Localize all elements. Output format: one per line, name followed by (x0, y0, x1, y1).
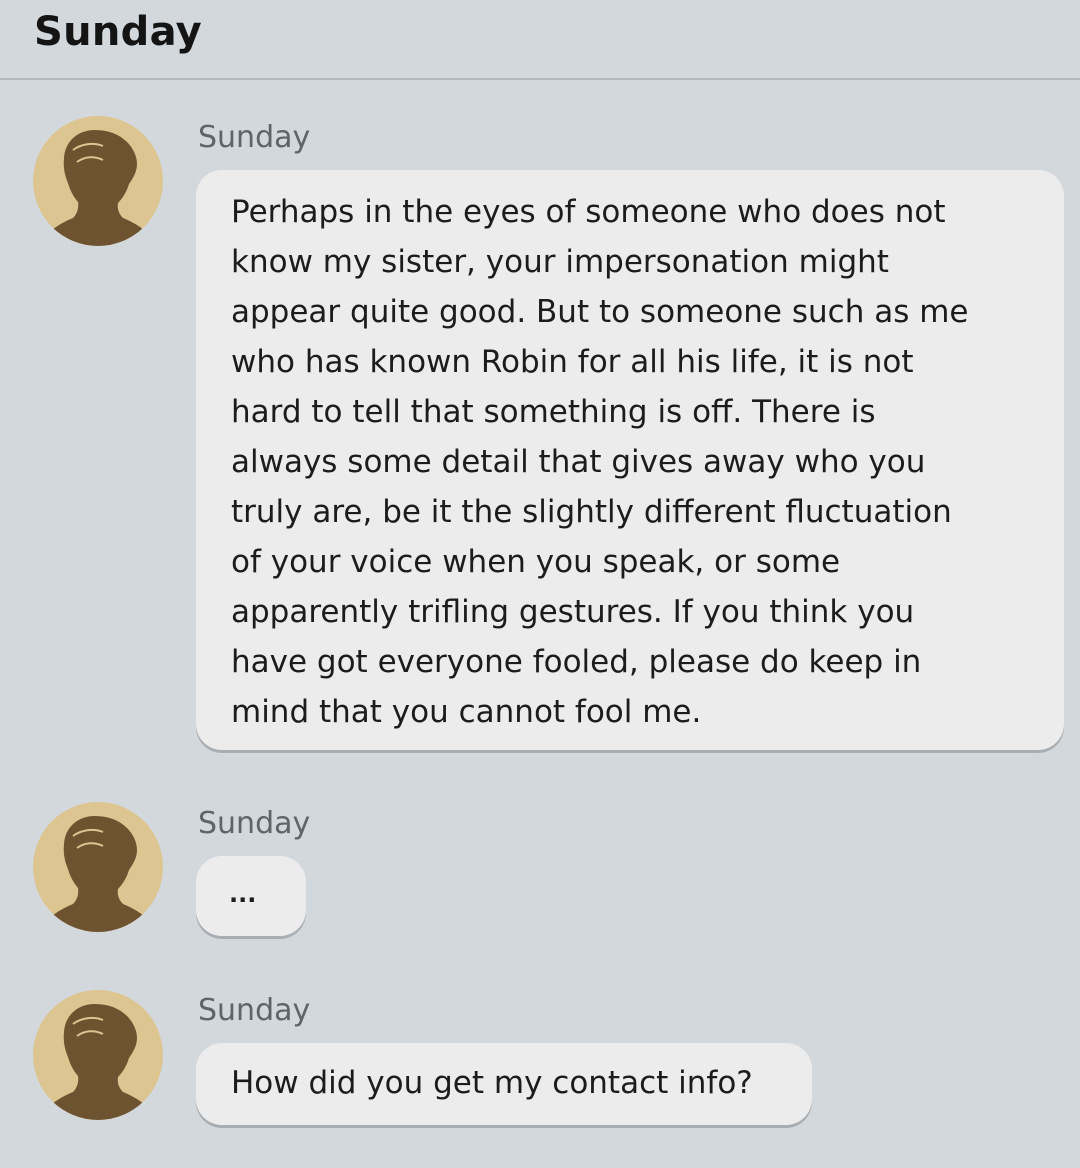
message-bubble: ... (196, 856, 306, 936)
sender-name: Sunday (198, 120, 311, 155)
person-silhouette-icon (33, 990, 163, 1120)
sender-name: Sunday (198, 993, 311, 1028)
sender-name: Sunday (198, 806, 311, 841)
chat-header: Sunday (0, 0, 1080, 80)
chat-title: Sunday (34, 9, 203, 55)
message-bubble: How did you get my contact info? (196, 1043, 812, 1125)
avatar[interactable] (33, 990, 163, 1120)
person-silhouette-icon (33, 116, 163, 246)
message-bubble: Perhaps in the eyes of someone who does … (196, 170, 1064, 750)
avatar[interactable] (33, 116, 163, 246)
person-silhouette-icon (33, 802, 163, 932)
avatar[interactable] (33, 802, 163, 932)
